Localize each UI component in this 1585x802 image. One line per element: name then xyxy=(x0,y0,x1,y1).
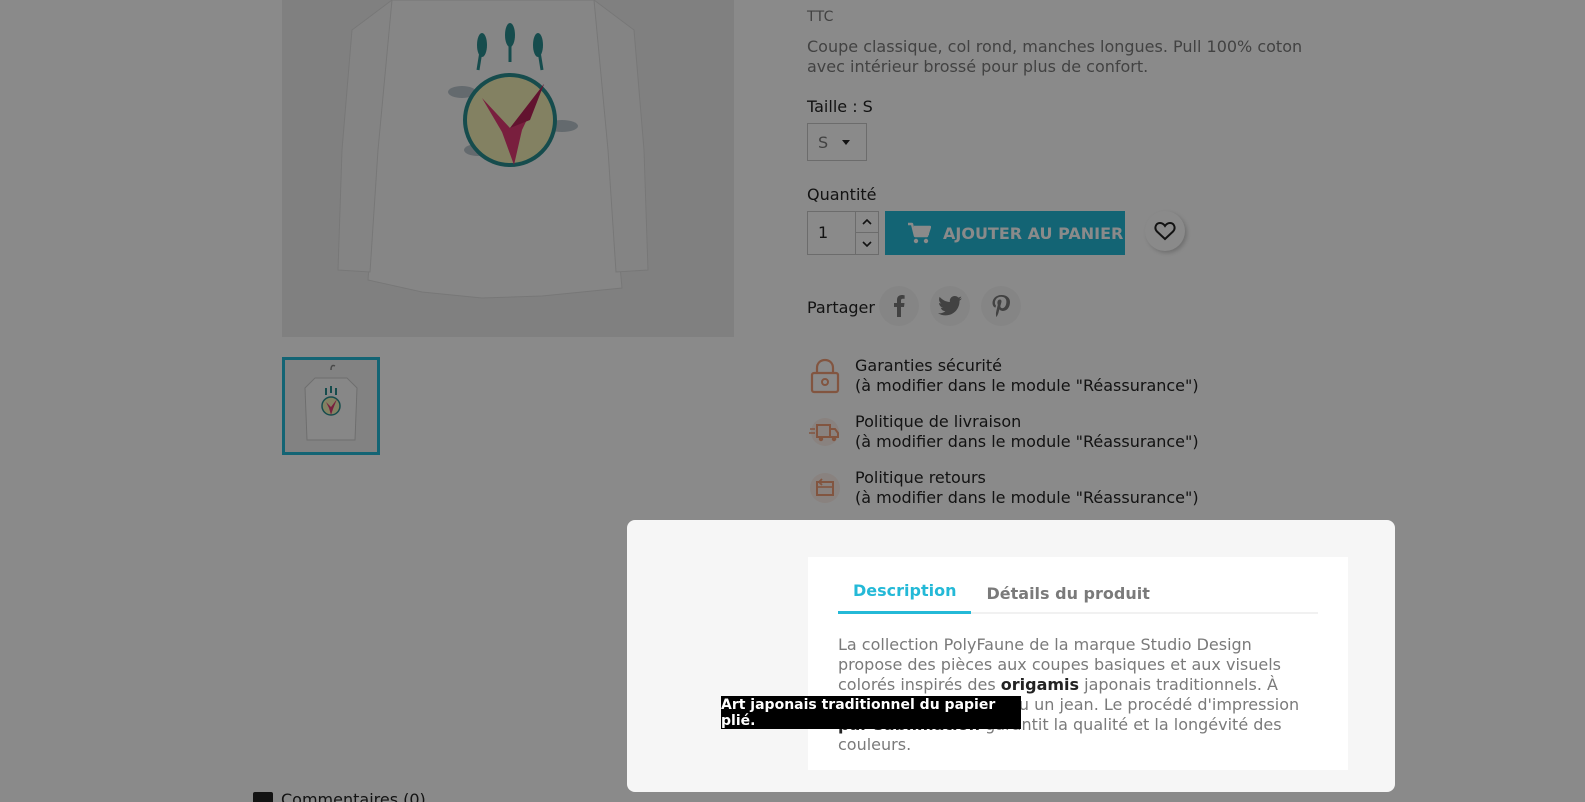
product-tabs: Description Détails du produit xyxy=(838,557,1318,614)
description-text: La collection PolyFaune de la marque Stu… xyxy=(838,614,1318,755)
product-details-modal: Description Détails du produit La collec… xyxy=(627,520,1395,792)
product-tabs-card: Description Détails du produit La collec… xyxy=(808,557,1348,770)
term-tooltip: Art japonais traditionnel du papier plié… xyxy=(721,696,1021,729)
tab-product-details[interactable]: Détails du produit xyxy=(971,584,1164,614)
description-bold-term[interactable]: origamis xyxy=(1001,675,1079,694)
tab-description[interactable]: Description xyxy=(838,581,972,614)
